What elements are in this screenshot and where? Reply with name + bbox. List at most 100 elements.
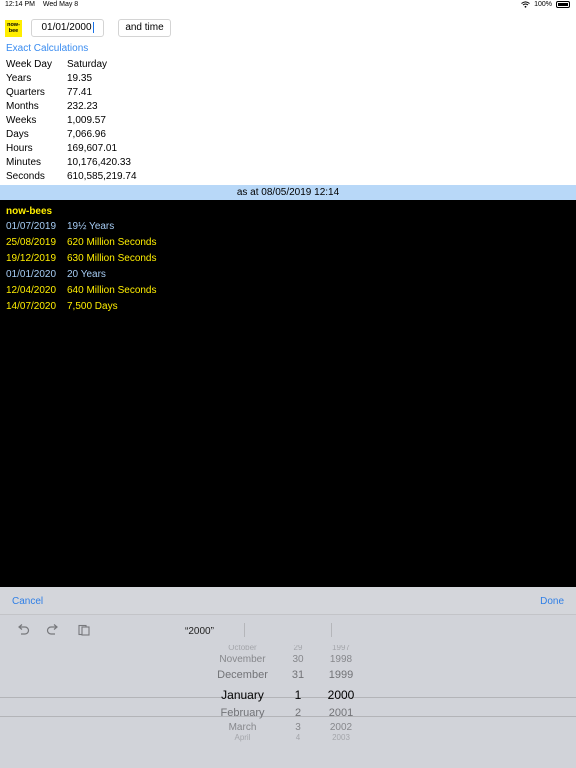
calc-label: Minutes bbox=[6, 157, 42, 168]
calc-row: Minutes 10,176,420.33 bbox=[6, 157, 137, 171]
calc-value: Saturday bbox=[67, 59, 108, 70]
calc-label: Seconds bbox=[6, 171, 45, 182]
now-bee-text: 7,500 Days bbox=[67, 301, 118, 312]
now-bee-item[interactable]: 01/01/2020 20 Years bbox=[6, 267, 157, 283]
calc-value: 1,009.57 bbox=[67, 115, 106, 126]
month-option[interactable]: April bbox=[190, 733, 295, 742]
calc-row: Weeks 1,009.57 bbox=[6, 115, 137, 129]
paste-icon[interactable] bbox=[77, 624, 91, 636]
calc-value: 232.23 bbox=[67, 101, 98, 112]
calc-label: Days bbox=[6, 129, 29, 140]
calc-row: Seconds 610,585,219.74 bbox=[6, 171, 137, 185]
done-button[interactable]: Done bbox=[540, 596, 564, 607]
calc-label: Years bbox=[6, 73, 32, 84]
calc-value: 610,585,219.74 bbox=[67, 171, 137, 182]
calc-label: Hours bbox=[6, 143, 33, 154]
year-option[interactable]: 1998 bbox=[318, 654, 364, 665]
picker-toolbar: Cancel Done bbox=[0, 587, 576, 615]
month-option[interactable]: December bbox=[190, 669, 295, 681]
day-option[interactable]: 1 bbox=[283, 688, 313, 702]
battery-percent: 100% bbox=[534, 1, 552, 8]
wifi-icon bbox=[521, 1, 530, 8]
month-option[interactable]: February bbox=[190, 707, 295, 719]
month-option[interactable]: January bbox=[190, 688, 295, 702]
now-bee-item[interactable]: 14/07/2020 7,500 Days bbox=[6, 299, 157, 315]
now-bee-item[interactable]: 19/12/2019 630 Million Seconds bbox=[6, 251, 157, 267]
now-bee-item[interactable]: 25/08/2019 620 Million Seconds bbox=[6, 235, 157, 251]
cancel-button[interactable]: Cancel bbox=[12, 596, 43, 607]
date-picker: Cancel Done “2000” October November Decemb… bbox=[0, 587, 576, 768]
day-option[interactable]: 31 bbox=[283, 669, 313, 681]
day-option[interactable]: 2 bbox=[283, 707, 313, 719]
picker-wheels: October November December January February Ma… bbox=[0, 645, 576, 768]
redo-icon[interactable] bbox=[46, 624, 60, 636]
calc-label: Weeks bbox=[6, 115, 37, 126]
now-bees-title: now-bees bbox=[6, 206, 53, 217]
calc-value: 7,066.96 bbox=[67, 129, 106, 140]
year-option[interactable]: 2001 bbox=[318, 707, 364, 719]
now-bee-text: 19½ Years bbox=[67, 221, 115, 232]
now-bee-date: 01/01/2020 bbox=[6, 269, 57, 280]
suggestion-text[interactable]: “2000” bbox=[185, 626, 214, 637]
day-option[interactable]: 29 bbox=[283, 645, 313, 652]
text-caret bbox=[92, 21, 94, 33]
year-option[interactable]: 1997 bbox=[318, 645, 364, 652]
month-wheel[interactable]: October November December January February Ma… bbox=[190, 645, 295, 768]
calc-value: 77.41 bbox=[67, 87, 93, 98]
calc-row: Week Day Saturday bbox=[6, 59, 137, 73]
now-bee-date: 01/07/2019 bbox=[6, 221, 57, 232]
calc-row: Days 7,066.96 bbox=[6, 129, 137, 143]
now-bee-logo[interactable]: now- bee bbox=[5, 20, 22, 37]
year-wheel[interactable]: 1997 1998 1999 2000 2001 2002 2003 bbox=[318, 645, 364, 768]
day-option[interactable]: 30 bbox=[283, 654, 313, 665]
undo-icon[interactable] bbox=[16, 624, 30, 636]
month-option[interactable]: October bbox=[190, 645, 295, 652]
status-time: 12:14 PM bbox=[5, 1, 35, 8]
as-at-bar: as at 08/05/2019 12:14 bbox=[0, 185, 576, 200]
now-bee-item[interactable]: 12/04/2020 640 Million Seconds bbox=[6, 283, 157, 299]
month-option[interactable]: March bbox=[190, 722, 295, 733]
calc-row: Quarters 77.41 bbox=[6, 87, 137, 101]
and-time-button[interactable]: and time bbox=[118, 19, 171, 37]
status-bar: 12:14 PM Wed May 8 100% bbox=[0, 0, 576, 12]
day-option[interactable]: 4 bbox=[283, 733, 313, 742]
year-option[interactable]: 2002 bbox=[318, 722, 364, 733]
suggestion-divider bbox=[331, 623, 332, 637]
month-option[interactable]: November bbox=[190, 654, 295, 665]
year-option[interactable]: 1999 bbox=[318, 669, 364, 681]
suggestion-divider bbox=[244, 623, 245, 637]
calc-row: Years 19.35 bbox=[6, 73, 137, 87]
calculations-table: Week Day Saturday Years 19.35 Quarters 77.41 M… bbox=[6, 59, 137, 185]
calc-value: 10,176,420.33 bbox=[67, 157, 131, 168]
now-bees-list: 01/07/2019 19½ Years 25/08/2019 620 Million… bbox=[6, 219, 157, 315]
date-input[interactable]: 01/01/2000 bbox=[31, 19, 104, 37]
now-bee-date: 19/12/2019 bbox=[6, 253, 57, 264]
now-bee-item[interactable]: 01/07/2019 19½ Years bbox=[6, 219, 157, 235]
now-bee-text: 640 Million Seconds bbox=[67, 285, 157, 296]
now-bee-date: 14/07/2020 bbox=[6, 301, 57, 312]
now-bee-text: 630 Million Seconds bbox=[67, 253, 157, 264]
shortcut-bar: “2000” bbox=[0, 615, 576, 645]
status-right: 100% bbox=[521, 1, 570, 8]
now-bee-text: 20 Years bbox=[67, 269, 106, 280]
calc-label: Quarters bbox=[6, 87, 45, 98]
day-wheel[interactable]: 29 30 31 1 2 3 4 bbox=[283, 645, 313, 768]
calc-label: Months bbox=[6, 101, 39, 112]
status-date: Wed May 8 bbox=[42, 1, 79, 8]
day-option[interactable]: 3 bbox=[283, 722, 313, 733]
now-bee-text: 620 Million Seconds bbox=[67, 237, 157, 248]
battery-icon bbox=[556, 1, 570, 8]
year-option[interactable]: 2003 bbox=[318, 733, 364, 742]
calc-row: Hours 169,607.01 bbox=[6, 143, 137, 157]
date-input-value: 01/01/2000 bbox=[41, 22, 92, 33]
calc-row: Months 232.23 bbox=[6, 101, 137, 115]
now-bees-panel: now-bees 01/07/2019 19½ Years 25/08/2019 62… bbox=[0, 200, 576, 587]
calc-value: 169,607.01 bbox=[67, 143, 118, 154]
now-bee-date: 12/04/2020 bbox=[6, 285, 57, 296]
calc-value: 19.35 bbox=[67, 73, 93, 84]
exact-calculations-link[interactable]: Exact Calculations bbox=[6, 43, 88, 54]
year-option[interactable]: 2000 bbox=[318, 688, 364, 702]
calc-label: Week Day bbox=[6, 59, 52, 70]
logo-line-2: bee bbox=[8, 28, 19, 34]
now-bee-date: 25/08/2019 bbox=[6, 237, 57, 248]
